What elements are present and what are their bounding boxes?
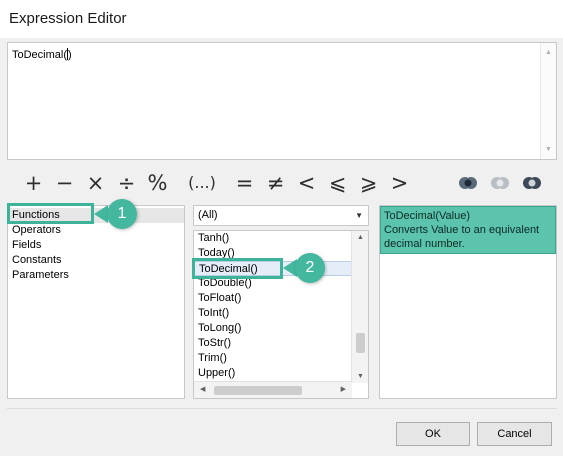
scroll-left-icon[interactable]: ◀ <box>200 385 205 393</box>
category-item-operators[interactable]: Operators <box>8 223 184 238</box>
or-operator-icon[interactable] <box>490 175 510 191</box>
modulo-operator-button[interactable]: % <box>142 170 173 196</box>
minus-operator-button[interactable]: − <box>49 170 80 196</box>
function-list[interactable]: Tanh() Today() ToDecimal() ToDouble() To… <box>193 230 369 399</box>
hscroll-thumb[interactable] <box>214 386 302 395</box>
scroll-down-icon[interactable]: ▼ <box>357 373 364 380</box>
callout-badge-1: 1 <box>107 199 137 229</box>
scroll-right-icon[interactable]: ▶ <box>341 385 346 393</box>
less-equal-operator-button[interactable]: ⩽ <box>322 170 353 196</box>
category-list[interactable]: Functions Operators Fields Constants Par… <box>7 205 185 399</box>
function-item-tostr[interactable]: ToStr() <box>194 336 352 351</box>
parentheses-operator-button[interactable]: (...) <box>185 170 219 196</box>
dialog-title: Expression Editor <box>9 10 127 27</box>
function-filter-select[interactable]: (All) ▼ <box>193 205 369 226</box>
divide-operator-button[interactable]: ÷ <box>111 170 142 196</box>
operator-toolbar: + − × ÷ % (...) = ≠ < ⩽ ⩾ > <box>18 170 415 196</box>
less-than-operator-button[interactable]: < <box>291 170 322 196</box>
greater-equal-operator-button[interactable]: ⩾ <box>353 170 384 196</box>
equals-operator-button[interactable]: = <box>229 170 260 196</box>
expression-value: ToDecimal( <box>12 49 68 61</box>
functions-highlight <box>7 203 94 224</box>
description-content: ToDecimal(Value) Converts Value to an eq… <box>380 206 556 254</box>
ok-button[interactable]: OK <box>396 422 470 446</box>
todecimal-highlight <box>192 258 283 279</box>
filter-selected-value: (All) <box>198 209 218 221</box>
function-list-vscrollbar[interactable]: ▲ ▼ <box>351 231 368 383</box>
category-item-constants[interactable]: Constants <box>8 253 184 268</box>
function-item-trim[interactable]: Trim() <box>194 351 352 366</box>
scroll-down-icon[interactable]: ▼ <box>545 146 552 153</box>
scroll-up-icon[interactable]: ▲ <box>357 234 364 241</box>
function-item-toint[interactable]: ToInt() <box>194 306 352 321</box>
vscroll-thumb[interactable] <box>356 333 365 353</box>
scroll-up-icon[interactable]: ▲ <box>545 49 552 56</box>
function-signature: ToDecimal(Value) <box>384 210 470 222</box>
plus-operator-button[interactable]: + <box>18 170 49 196</box>
expression-scrollbar[interactable]: ▲ ▼ <box>540 43 556 159</box>
expression-text: ToDecimal() <box>12 48 72 61</box>
function-item-tolong[interactable]: ToLong() <box>194 321 352 336</box>
expression-value-tail: ) <box>68 49 72 61</box>
category-item-parameters[interactable]: Parameters <box>8 268 184 283</box>
greater-than-operator-button[interactable]: > <box>384 170 415 196</box>
function-list-hscrollbar[interactable]: ◀ ▶ <box>194 381 352 398</box>
category-item-fields[interactable]: Fields <box>8 238 184 253</box>
and-operator-icon[interactable] <box>458 175 478 191</box>
cancel-button[interactable]: Cancel <box>477 422 552 446</box>
footer-divider <box>7 408 557 409</box>
callout-pointer-1 <box>94 205 108 223</box>
expression-editor-dialog: Expression Editor ToDecimal() ▲ ▼ + − × … <box>0 0 563 456</box>
callout-badge-2: 2 <box>295 253 325 283</box>
function-description: Converts Value to an equivalent decimal … <box>384 224 540 250</box>
not-equal-operator-button[interactable]: ≠ <box>260 170 291 196</box>
function-item-upper[interactable]: Upper() <box>194 366 352 381</box>
function-item-tofloat[interactable]: ToFloat() <box>194 291 352 306</box>
multiply-operator-button[interactable]: × <box>80 170 111 196</box>
description-panel: ToDecimal(Value) Converts Value to an eq… <box>379 205 557 399</box>
chevron-down-icon: ▼ <box>355 211 363 220</box>
not-operator-icon[interactable] <box>522 175 542 191</box>
expression-input[interactable]: ToDecimal() ▲ ▼ <box>7 42 557 160</box>
function-item-tanh[interactable]: Tanh() <box>194 231 352 246</box>
